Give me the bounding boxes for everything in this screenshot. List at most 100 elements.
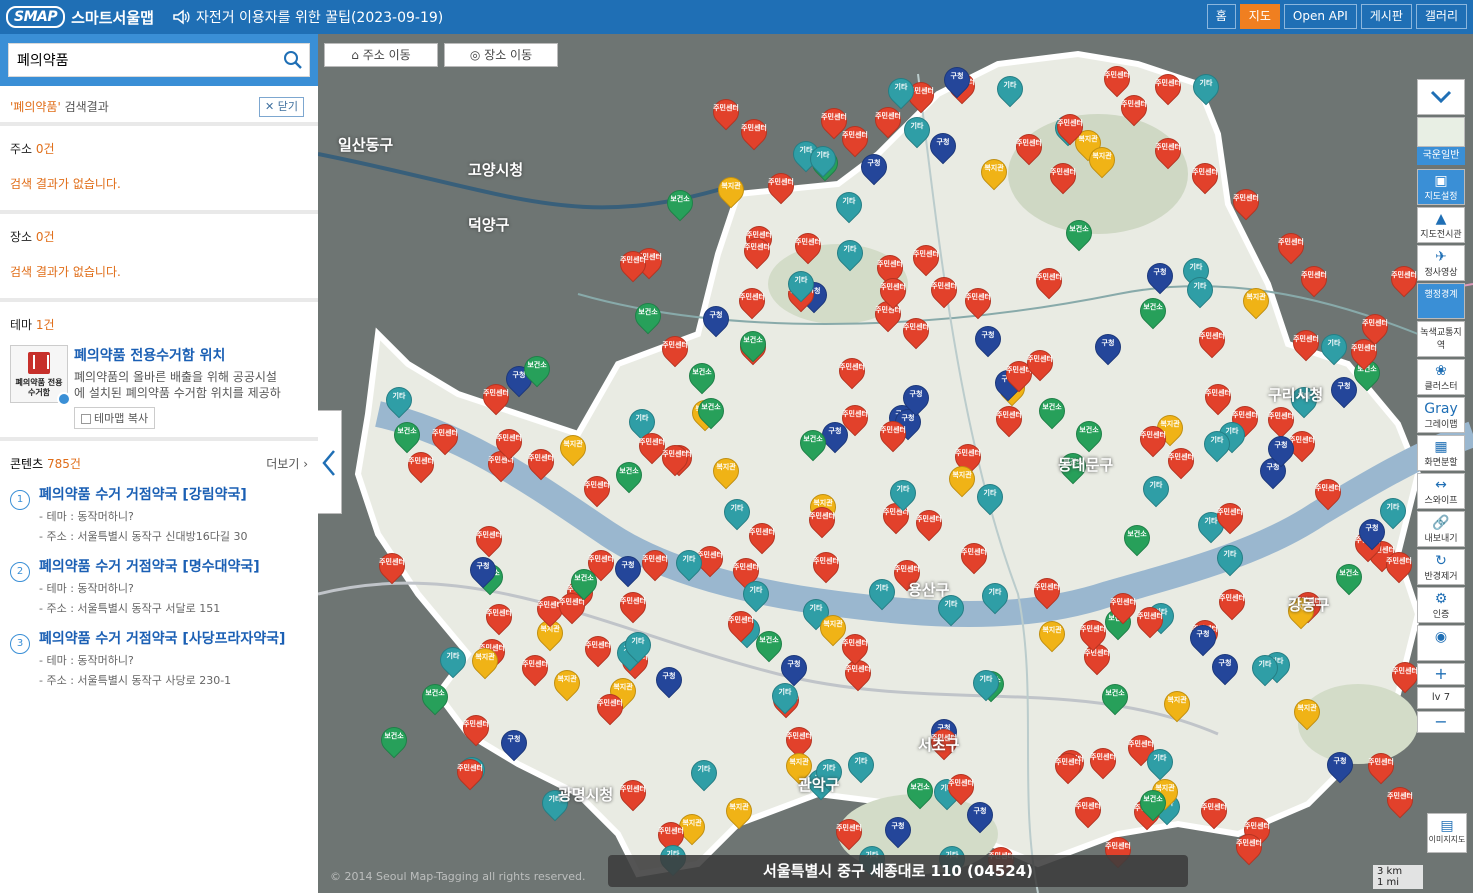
map-marker[interactable]: 주민센터	[1021, 344, 1059, 382]
map-marker[interactable]: 주민센터	[1098, 60, 1136, 98]
map-marker[interactable]: 복지관	[712, 171, 750, 209]
map-marker[interactable]: 구청	[938, 61, 976, 99]
map-marker[interactable]: 복지관	[1033, 615, 1071, 653]
map-marker[interactable]: 주민센터	[578, 470, 616, 508]
map-marker[interactable]: 주민센터	[457, 709, 495, 747]
close-results-button[interactable]: ✕ 닫기	[259, 97, 304, 117]
map-marker[interactable]: 주민센터	[743, 517, 781, 555]
map-marker[interactable]: 주민센터	[1295, 260, 1333, 298]
map-marker[interactable]: 주민센터	[722, 605, 760, 643]
map-marker[interactable]: 주민센터	[656, 439, 694, 477]
map-marker[interactable]: 구청	[961, 796, 999, 834]
map-marker[interactable]: 주민센터	[1084, 742, 1122, 780]
toolbar-collapse-button[interactable]	[1417, 79, 1465, 115]
map-marker[interactable]: 주민센터	[1149, 132, 1187, 170]
nav-board[interactable]: 게시판	[1360, 4, 1412, 29]
map-marker[interactable]: 보건소	[734, 325, 772, 363]
map-marker[interactable]: 주민센터	[591, 688, 629, 726]
map-marker[interactable]: 구청	[1325, 371, 1363, 409]
map-marker[interactable]: 주민센터	[636, 544, 674, 582]
toolbar-radius-button[interactable]: ↻ 반경제거	[1417, 549, 1465, 585]
map-marker[interactable]: 보건소	[1070, 415, 1108, 453]
map-marker[interactable]: 주민센터	[1380, 546, 1418, 584]
map-marker[interactable]: 주민센터	[1211, 497, 1249, 535]
map-marker[interactable]: 구청	[969, 320, 1007, 358]
map-marker[interactable]: 주민센터	[1051, 108, 1089, 146]
toolbar-plane-button[interactable]: ✈ 정사영상	[1417, 245, 1465, 281]
map-marker[interactable]: 구청	[1184, 619, 1222, 657]
map-marker[interactable]: 복지관	[720, 792, 758, 830]
map-marker[interactable]: 주민센터	[1385, 260, 1423, 298]
map-marker[interactable]: 주민센터	[1028, 572, 1066, 610]
toolbar-cluster-button[interactable]: ❀ 클러스터	[1417, 359, 1465, 395]
map-marker[interactable]: 주민센터	[707, 93, 745, 131]
map-marker[interactable]: 주민센터	[1230, 828, 1268, 866]
map-marker[interactable]: 주민센터	[1104, 587, 1142, 625]
current-location-button[interactable]: ◉	[1417, 625, 1465, 661]
map-marker[interactable]: 주민센터	[1069, 791, 1107, 829]
map-marker[interactable]: 복지관	[1237, 282, 1275, 320]
map-marker[interactable]: 복지관	[1158, 685, 1196, 723]
map-marker[interactable]: 기타	[1246, 649, 1284, 687]
search-icon[interactable]	[283, 50, 303, 70]
map-marker[interactable]: 주민센터	[897, 312, 935, 350]
content-item[interactable]: 2 폐의약품 수거 거점약국 [명수대약국] - 테마 : 동작머하니? - 주…	[10, 556, 308, 616]
toolbar-share-button[interactable]: 🔗 내보내기	[1417, 511, 1465, 547]
theme-card[interactable]: 폐의약품 전용수거함 폐의약품 전용수거함 위치 폐의약품의 올바른 배출을 위…	[10, 333, 308, 437]
map-marker[interactable]: 기타	[670, 544, 708, 582]
map-marker[interactable]: 보건소	[794, 424, 832, 462]
map-marker[interactable]: 기타	[718, 493, 756, 531]
map-marker[interactable]: 보건소	[388, 416, 426, 454]
map-marker[interactable]: 보건소	[750, 625, 788, 663]
map-marker[interactable]: 복지관	[975, 153, 1013, 191]
map-marker[interactable]: 보건소	[1330, 558, 1368, 596]
map-marker[interactable]: 기타	[619, 626, 657, 664]
map-marker[interactable]: 기타	[1187, 68, 1225, 106]
zoom-out-button[interactable]: −	[1417, 711, 1465, 733]
map-marker[interactable]: 주민센터	[1115, 89, 1153, 127]
map-marker[interactable]: 복지관	[548, 664, 586, 702]
map-marker[interactable]: 기타	[1198, 425, 1236, 463]
map-marker[interactable]: 복지관	[707, 452, 745, 490]
map-marker[interactable]: 주민센터	[1199, 378, 1237, 416]
map-marker[interactable]: 기타	[831, 234, 869, 272]
map-marker[interactable]: 기타	[967, 664, 1005, 702]
map-marker[interactable]: 기타	[1211, 539, 1249, 577]
map-marker[interactable]: 주민센터	[1287, 324, 1325, 362]
map-marker[interactable]: 기타	[884, 474, 922, 512]
map-marker[interactable]: 주민센터	[1362, 747, 1400, 785]
map-marker[interactable]: 구청	[924, 127, 962, 165]
map-marker[interactable]: 기타	[380, 381, 418, 419]
toolbar-split-button[interactable]: ▦ 화면분할	[1417, 435, 1465, 471]
map-marker[interactable]: 구청	[1262, 430, 1300, 468]
map-marker[interactable]: 기타	[882, 72, 920, 110]
map-marker[interactable]: 주민센터	[1193, 321, 1231, 359]
map-marker[interactable]: 주민센터	[1227, 183, 1265, 221]
map-marker[interactable]: 주민센터	[426, 418, 464, 456]
map-marker[interactable]: 주민센터	[738, 232, 776, 270]
map-marker[interactable]: 주민센터	[1272, 227, 1310, 265]
item-title[interactable]: 폐의약품 수거 거점약국 [강림약국]	[39, 484, 247, 504]
map-marker[interactable]: 주민센터	[402, 446, 440, 484]
map-marker[interactable]: 주민센터	[874, 272, 912, 310]
map-marker[interactable]: 복지관	[814, 609, 852, 647]
map-marker[interactable]: 보건소	[416, 678, 454, 716]
map-marker[interactable]: 주민센터	[955, 537, 993, 575]
map-marker[interactable]: 주민센터	[373, 547, 411, 585]
map-marker[interactable]: 기타	[737, 575, 775, 613]
map-marker[interactable]: 기타	[976, 577, 1014, 615]
content-item[interactable]: 1 폐의약품 수거 거점약국 [강림약국] - 테마 : 동작머하니? - 주소…	[10, 484, 308, 544]
toolbar-settings-button[interactable]: ⚙ 인증	[1417, 587, 1465, 623]
map-marker[interactable]: 보건소	[375, 721, 413, 759]
map-marker[interactable]: 구청	[1206, 648, 1244, 686]
nav-open-api[interactable]: Open API	[1283, 4, 1357, 29]
map-marker[interactable]: 주민센터	[735, 113, 773, 151]
theme-name[interactable]: 폐의약품 전용수거함 위치	[74, 345, 300, 365]
map-marker[interactable]: 주민센터	[910, 504, 948, 542]
map-marker[interactable]: 주민센터	[1262, 401, 1300, 439]
address-move-button[interactable]: ⌂ 주소 이동	[324, 43, 438, 67]
map-marker[interactable]: 주민센터	[477, 378, 515, 416]
toolbar-swipe-button[interactable]: ↔ 스와이프	[1417, 473, 1465, 509]
map-marker[interactable]: 주민센터	[789, 227, 827, 265]
map-marker[interactable]: 구청	[697, 300, 735, 338]
